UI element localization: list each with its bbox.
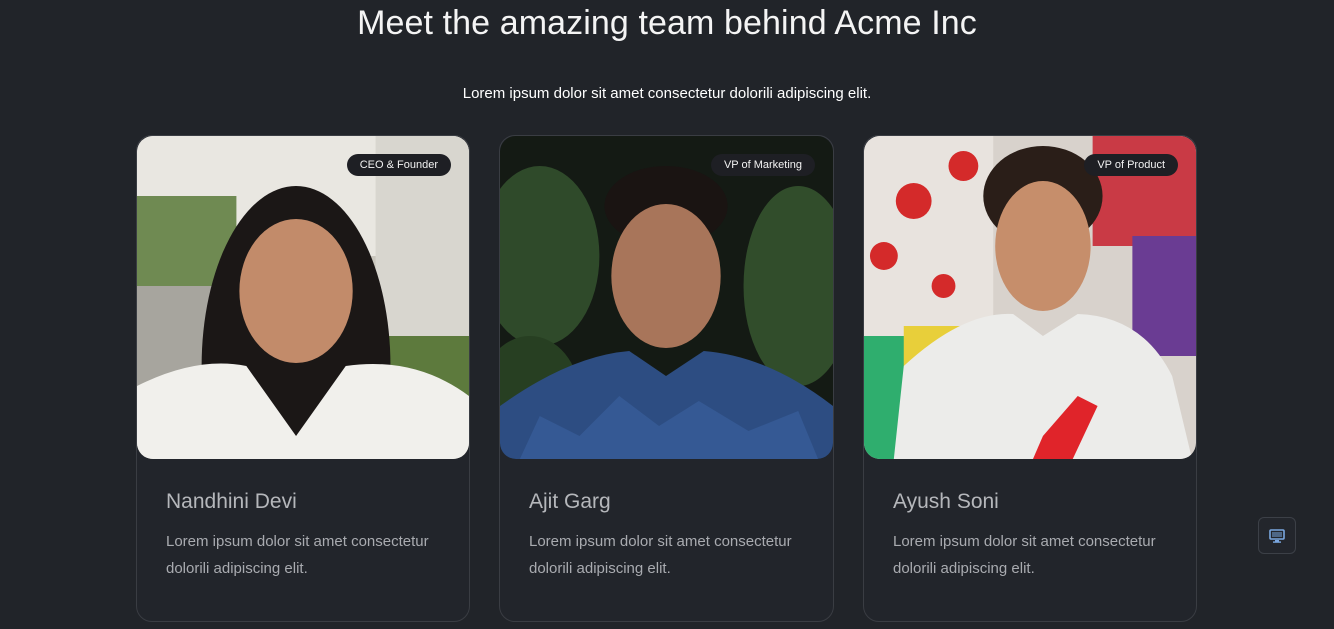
team-member-description: Lorem ipsum dolor sit amet consectetur d…	[166, 533, 429, 577]
role-badge: VP of Product	[1084, 154, 1178, 176]
monitor-icon	[1269, 528, 1285, 543]
team-section: Meet the amazing team behind Acme Inc Lo…	[0, 0, 1334, 629]
team-member-name: Ayush Soni	[893, 490, 999, 513]
team-member-description: Lorem ipsum dolor sit amet consectetur d…	[529, 533, 792, 577]
team-member-photo: VP of Product	[864, 136, 1196, 459]
display-toggle-button[interactable]	[1258, 517, 1296, 554]
page-subtitle: Lorem ipsum dolor sit amet consectetur d…	[462, 85, 872, 102]
team-member-name: Nandhini Devi	[166, 490, 297, 513]
role-badge: CEO & Founder	[346, 154, 451, 176]
team-member-photo: VP of Marketing	[500, 136, 833, 459]
team-member-photo: CEO & Founder	[137, 136, 469, 459]
team-card: VP of Product Ayush Soni Lorem ipsum dol…	[863, 135, 1197, 622]
team-member-name: Ajit Garg	[529, 490, 611, 513]
role-badge: VP of Marketing	[710, 154, 815, 176]
team-member-description: Lorem ipsum dolor sit amet consectetur d…	[893, 533, 1156, 577]
page-title: Meet the amazing team behind Acme Inc	[357, 4, 977, 42]
team-card: CEO & Founder Nandhini Devi Lorem ipsum …	[136, 135, 470, 622]
team-card: VP of Marketing Ajit Garg Lorem ipsum do…	[499, 135, 834, 622]
